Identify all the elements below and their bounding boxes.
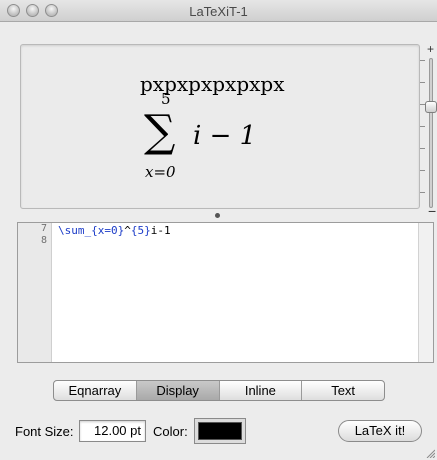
latex-it-button[interactable]: LaTeX it! — [338, 420, 422, 442]
code-operator: ^ — [124, 224, 131, 237]
mode-inline-button[interactable]: Inline — [220, 381, 303, 400]
line-number: 8 — [40, 235, 47, 246]
code-command: \sum_{x=0} — [58, 224, 125, 237]
sum-symbol: ∑ — [144, 106, 176, 157]
editor-scrollbar[interactable] — [418, 223, 433, 362]
title-bar: LaTeXiT-1 — [0, 0, 437, 22]
color-well[interactable] — [194, 418, 246, 444]
color-label: Color: — [153, 424, 188, 439]
code-argument: {5} — [130, 224, 151, 237]
zoom-out-icon: − — [428, 203, 437, 219]
sum-body: i − 1 — [193, 121, 257, 151]
window-title: LaTeXiT-1 — [189, 4, 248, 19]
mode-display-button[interactable]: Display — [136, 381, 220, 400]
line-number: 7 — [40, 223, 47, 234]
color-swatch — [198, 422, 242, 440]
equation-preview[interactable]: pxpxpxpxpxpx 5 ∑ x=0 i − 1 — [20, 44, 420, 209]
sum-lower-limit: x=0 — [145, 163, 176, 181]
font-size-field[interactable]: 12.00 pt — [79, 420, 146, 442]
code-text: i-1 — [150, 224, 171, 237]
mode-eqnarray-button[interactable]: Eqnarray — [54, 381, 137, 400]
line-number-gutter: 7 8 — [18, 223, 52, 362]
font-size-label: Font Size: — [15, 424, 74, 439]
resize-grip-icon[interactable] — [425, 448, 435, 458]
latex-source-editor[interactable]: 7 8 \sum_{x=0}^{5}i-1 — [17, 222, 434, 363]
mode-segmented-control[interactable]: Eqnarray Display Inline Text — [53, 380, 385, 401]
zoom-slider-knob[interactable] — [425, 101, 437, 113]
mode-text-button[interactable]: Text — [302, 381, 384, 400]
zoom-ticks — [420, 60, 426, 208]
zoom-slider-track[interactable] — [429, 58, 433, 208]
zoom-in-icon: + — [427, 42, 435, 56]
split-view-handle[interactable] — [215, 213, 220, 218]
source-code-text[interactable]: \sum_{x=0}^{5}i-1 — [58, 225, 171, 237]
